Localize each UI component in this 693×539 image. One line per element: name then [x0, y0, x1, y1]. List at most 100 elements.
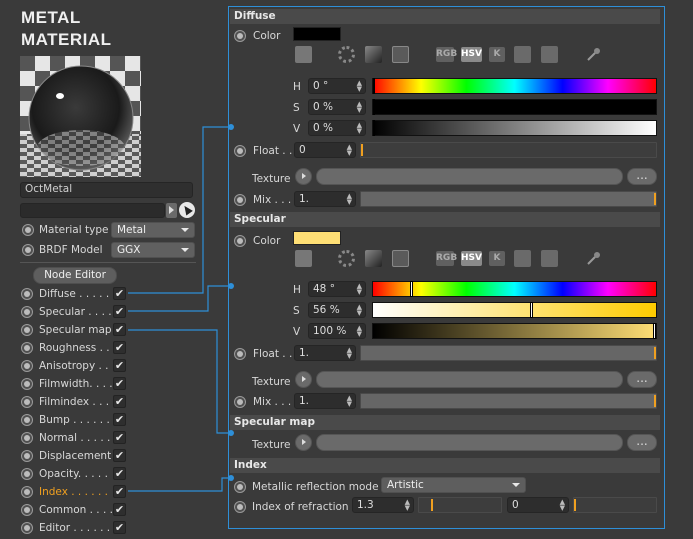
spinner-icon: ▲ ▼ — [346, 346, 352, 360]
specular-h-input[interactable]: 48 ° ▲ ▼ — [308, 281, 366, 297]
diffuse-texture-field[interactable] — [316, 168, 623, 185]
diffuse-float-input[interactable]: 0 ▲ ▼ — [294, 142, 356, 158]
hue-handle[interactable] — [410, 281, 413, 297]
rgb-toggle[interactable]: RGB — [436, 251, 457, 266]
diffuse-float-radio[interactable] — [234, 145, 246, 160]
saturation-handle[interactable] — [530, 302, 533, 318]
eyedropper-glyph — [587, 252, 600, 265]
ior-secondary-input[interactable]: 0 ▲ ▼ — [507, 497, 569, 513]
ior-secondary-value: 0 — [512, 499, 519, 511]
specular-v-input[interactable]: 100 % ▲ ▼ — [308, 323, 366, 339]
specular-map-texture-field[interactable] — [316, 434, 623, 451]
gradient-icon[interactable] — [365, 46, 382, 63]
mixer-icon[interactable] — [514, 46, 531, 63]
color-wheel-toggle-icon[interactable] — [295, 250, 312, 267]
image-icon[interactable] — [392, 250, 409, 267]
spinner-icon: ▲ ▼ — [346, 192, 352, 206]
ior-label: Index of refraction — [252, 501, 349, 513]
specular-float-slider[interactable] — [360, 345, 657, 361]
diffuse-mix-value: 1. — [299, 193, 310, 205]
specular-map-texture-browse-button[interactable]: ... — [627, 434, 657, 451]
diffuse-s-input[interactable]: 0 % ▲ ▼ — [308, 99, 366, 115]
specular-mix-label: Mix . . . — [253, 396, 292, 408]
ior-value: 1.3 — [357, 499, 374, 511]
diffuse-float-label: Float . . — [253, 145, 293, 157]
color-wheel-toggle-icon[interactable] — [295, 46, 312, 63]
radio-icon — [234, 145, 246, 157]
slider-marker — [654, 395, 656, 407]
swatches-icon[interactable] — [541, 46, 558, 63]
radio-icon — [234, 501, 246, 513]
ior-secondary-slider[interactable] — [573, 497, 657, 513]
connector-specular-map — [128, 329, 231, 434]
diffuse-color-swatch[interactable] — [293, 27, 341, 41]
diffuse-hue-slider[interactable] — [372, 78, 657, 94]
hue-handle[interactable] — [373, 78, 375, 94]
specular-float-input[interactable]: 1. ▲ ▼ — [294, 345, 356, 361]
radio-icon — [234, 30, 246, 42]
specular-texture-menu-button[interactable] — [295, 371, 312, 388]
metallic-mode-radio[interactable] — [234, 481, 246, 496]
specular-mix-input[interactable]: 1. ▲ ▼ — [294, 393, 356, 409]
value-handle[interactable] — [373, 120, 375, 136]
specular-v-label: V — [293, 326, 301, 338]
mixer-icon[interactable] — [514, 250, 531, 267]
slider-marker — [654, 347, 656, 359]
spinner-icon: ▲ ▼ — [356, 282, 362, 296]
specular-value-slider[interactable] — [372, 323, 657, 339]
image-icon[interactable] — [392, 46, 409, 63]
ior-input[interactable]: 1.3 ▲ ▼ — [352, 497, 414, 513]
specular-color-swatch[interactable] — [293, 231, 341, 245]
radio-icon — [234, 348, 246, 360]
section-diffuse-header: Diffuse — [230, 9, 660, 24]
diffuse-v-label: V — [293, 123, 301, 135]
specular-saturation-slider[interactable] — [372, 302, 657, 318]
slider-marker — [574, 499, 576, 511]
ior-radio[interactable] — [234, 501, 246, 516]
hsv-toggle[interactable]: HSV — [461, 251, 482, 266]
spinner-icon: ▲ ▼ — [356, 121, 362, 135]
specular-float-value: 1. — [299, 347, 310, 359]
kelvin-toggle[interactable]: K — [489, 47, 505, 62]
rgb-toggle[interactable]: RGB — [436, 47, 457, 62]
diffuse-mix-slider[interactable] — [360, 191, 657, 207]
ior-slider[interactable] — [418, 497, 502, 513]
swatches-icon[interactable] — [541, 250, 558, 267]
spinner-icon: ▲ ▼ — [356, 100, 362, 114]
diffuse-mix-input[interactable]: 1. ▲ ▼ — [294, 191, 356, 207]
specular-float-radio[interactable] — [234, 348, 246, 363]
specular-mix-radio[interactable] — [234, 396, 246, 411]
diffuse-float-slider[interactable] — [360, 142, 657, 158]
specular-hue-slider[interactable] — [372, 281, 657, 297]
spectrum-icon[interactable] — [338, 250, 355, 267]
saturation-handle[interactable] — [373, 99, 375, 115]
specular-texture-browse-button[interactable]: ... — [627, 371, 657, 388]
radio-icon — [234, 194, 246, 206]
eyedropper-icon[interactable] — [586, 46, 602, 62]
diffuse-h-value: 0 ° — [313, 80, 329, 92]
specular-texture-field[interactable] — [316, 371, 623, 388]
spinner-icon: ▲ ▼ — [356, 79, 362, 93]
diffuse-mix-label: Mix . . . — [253, 194, 292, 206]
diffuse-h-input[interactable]: 0 ° ▲ ▼ — [308, 78, 366, 94]
specular-color-radio[interactable] — [234, 235, 246, 250]
metallic-mode-dropdown[interactable]: Artistic — [381, 477, 526, 493]
gradient-icon[interactable] — [365, 250, 382, 267]
diffuse-texture-menu-button[interactable] — [295, 168, 312, 185]
diffuse-v-input[interactable]: 0 % ▲ ▼ — [308, 120, 366, 136]
specular-s-input[interactable]: 56 % ▲ ▼ — [308, 302, 366, 318]
kelvin-toggle[interactable]: K — [489, 251, 505, 266]
metallic-mode-label: Metallic reflection mode — [252, 481, 379, 493]
hsv-toggle[interactable]: HSV — [461, 47, 482, 62]
diffuse-value-slider[interactable] — [372, 120, 657, 136]
diffuse-color-radio[interactable] — [234, 30, 246, 45]
specular-mix-slider[interactable] — [360, 393, 657, 409]
diffuse-mix-radio[interactable] — [234, 194, 246, 209]
specular-map-texture-menu-button[interactable] — [295, 434, 312, 451]
value-handle[interactable] — [653, 323, 656, 339]
eyedropper-icon[interactable] — [586, 250, 602, 266]
diffuse-texture-browse-button[interactable]: ... — [627, 168, 657, 185]
metallic-mode-value: Artistic — [387, 479, 424, 491]
diffuse-saturation-slider[interactable] — [372, 99, 657, 115]
spectrum-icon[interactable] — [338, 46, 355, 63]
